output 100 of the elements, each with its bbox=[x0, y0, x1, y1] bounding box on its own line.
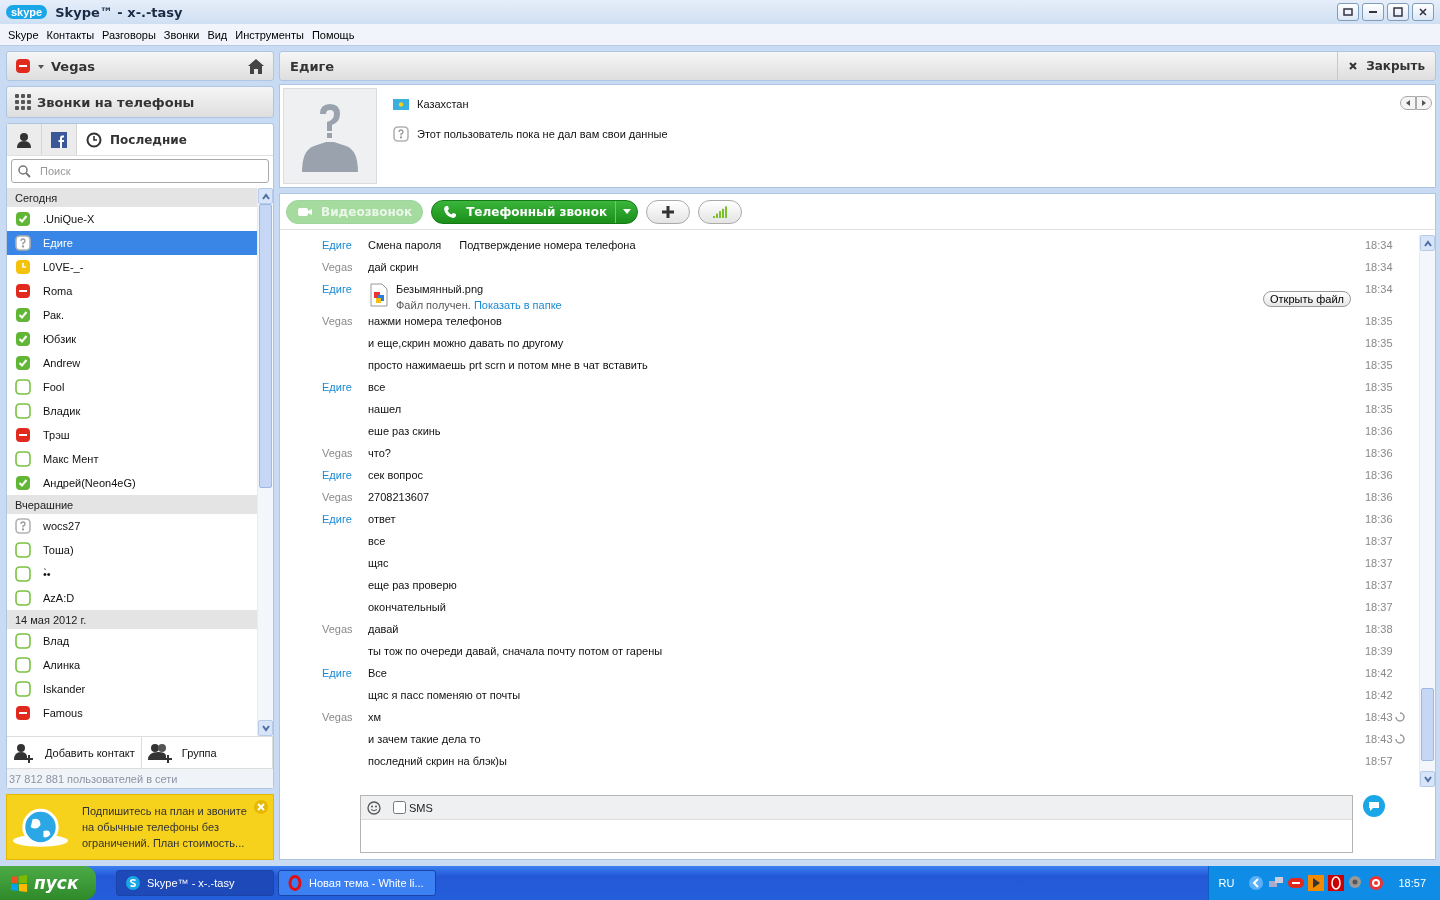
message-time: 18:38 bbox=[1365, 623, 1393, 635]
status-online-icon bbox=[15, 355, 31, 371]
message-text: просто нажимаешь prt scrn и потом мне в чат вставить bbox=[368, 359, 648, 371]
message-sender: Едиге bbox=[322, 667, 352, 679]
message-time: 18:43 bbox=[1365, 711, 1393, 723]
maximize-button[interactable] bbox=[1387, 3, 1409, 21]
notice-text: Этот пользователь пока не дал вам свои данные bbox=[417, 128, 668, 140]
person-plus-icon bbox=[13, 742, 35, 763]
scrollbar[interactable] bbox=[257, 188, 273, 736]
user-name: Vegas bbox=[51, 58, 96, 74]
minimize-icon bbox=[1369, 11, 1377, 13]
message-text: дай скрин bbox=[368, 261, 419, 273]
close-button[interactable] bbox=[1412, 3, 1434, 21]
menu-item[interactable]: Помощь bbox=[307, 28, 359, 41]
image-file-icon bbox=[368, 283, 390, 307]
message-time: 18:37 bbox=[1365, 535, 1393, 547]
message-text: давай bbox=[368, 623, 399, 635]
search-field[interactable]: Поиск bbox=[11, 159, 269, 183]
message-time: 18:43 bbox=[1365, 733, 1393, 745]
smiley-icon bbox=[367, 800, 381, 815]
restore-icon bbox=[1342, 6, 1354, 18]
file-name: Безымянный.png bbox=[396, 283, 485, 295]
home-icon bbox=[247, 57, 265, 75]
chevron-left-icon bbox=[1248, 875, 1265, 891]
status-offline-icon bbox=[15, 403, 31, 419]
status-dnd-icon bbox=[15, 705, 31, 721]
phone-calls-button[interactable]: Звонки на телефоны bbox=[6, 86, 274, 118]
message-sender: Vegas bbox=[322, 315, 353, 327]
message-time: 18:36 bbox=[1365, 491, 1393, 503]
message-sender: Vegas bbox=[322, 447, 353, 459]
next-button[interactable] bbox=[1416, 96, 1432, 110]
send-button[interactable] bbox=[1363, 795, 1385, 817]
menu-item[interactable]: Звонки bbox=[159, 28, 204, 41]
play-icon bbox=[1308, 875, 1325, 891]
o-logo-icon bbox=[1328, 875, 1345, 891]
message-time: 18:37 bbox=[1365, 557, 1393, 569]
menu-item[interactable]: Разговоры bbox=[98, 28, 160, 41]
maximize-icon bbox=[1392, 6, 1404, 18]
message-time: 18:37 bbox=[1365, 601, 1393, 613]
close-circle-icon bbox=[253, 799, 269, 815]
add-button[interactable] bbox=[646, 199, 691, 224]
taskbar-button[interactable]: Новая тема - White li... bbox=[278, 870, 436, 896]
status-unknown-icon bbox=[393, 126, 409, 142]
message-sender: Vegas bbox=[322, 711, 353, 723]
signal-bars-icon bbox=[712, 203, 729, 220]
menu-item[interactable]: Skype bbox=[4, 28, 43, 41]
open-file-button[interactable]: Открыть файл bbox=[1263, 291, 1351, 307]
message-time: 18:42 bbox=[1365, 667, 1393, 679]
clock: 18:57 bbox=[1398, 877, 1426, 889]
minimize-button[interactable] bbox=[1362, 3, 1384, 21]
people-plus-icon bbox=[147, 742, 172, 763]
contacts-tab[interactable] bbox=[7, 124, 42, 155]
close-icon bbox=[1417, 6, 1429, 18]
caret-right-icon bbox=[1420, 99, 1428, 107]
message-text: щяс bbox=[368, 557, 389, 569]
status-unknown-icon bbox=[15, 235, 31, 251]
country-text: Казахстан bbox=[417, 98, 469, 110]
message-time: 18:35 bbox=[1365, 315, 1393, 327]
taskbar-button[interactable]: Skype™ - x-.-tasy bbox=[116, 870, 274, 896]
facebook-tab[interactable] bbox=[42, 124, 77, 155]
message-sender: Едиге bbox=[322, 283, 352, 295]
promo-banner[interactable]: Подпишитесь на план и звоните на обычные телефоны без ограничений. План стоимость... bbox=[6, 794, 274, 860]
menu-item[interactable]: Контакты bbox=[42, 28, 99, 41]
contact-item[interactable]: Едиге bbox=[7, 231, 257, 255]
sms-checkbox[interactable] bbox=[393, 801, 406, 814]
scroll-thumb[interactable] bbox=[259, 204, 272, 488]
scroll-thumb[interactable] bbox=[1421, 687, 1434, 761]
scrollbar[interactable] bbox=[1419, 235, 1435, 787]
message-sender: Vegas bbox=[322, 491, 353, 503]
message-text: нашел bbox=[368, 403, 402, 415]
message-text: ответ bbox=[368, 513, 396, 525]
language-indicator[interactable]: RU bbox=[1218, 877, 1235, 889]
show-in-folder-link[interactable]: Показать в папке bbox=[473, 299, 562, 311]
message-text: сек вопрос bbox=[368, 469, 424, 481]
status-online-icon bbox=[15, 211, 31, 227]
previous-button[interactable] bbox=[1400, 96, 1416, 110]
profile-bar[interactable]: Vegas bbox=[6, 51, 274, 81]
group-header: Вчерашние bbox=[7, 495, 257, 514]
menu-item[interactable]: Вид bbox=[203, 28, 232, 41]
message-time: 18:36 bbox=[1365, 447, 1393, 459]
clock-icon bbox=[86, 131, 102, 148]
message-time: 18:42 bbox=[1365, 689, 1393, 701]
message-text: еще раз проверю bbox=[368, 579, 457, 591]
menu-item[interactable]: Инструменты bbox=[231, 28, 308, 41]
message-text: ты тож по очереди давай, сначала почту потом от гарены bbox=[368, 645, 663, 657]
status-offline-icon bbox=[15, 566, 31, 582]
message-time: 18:36 bbox=[1365, 513, 1393, 525]
close-conversation-button[interactable]: Закрыть bbox=[1337, 52, 1435, 80]
spinner-icon bbox=[1394, 712, 1405, 722]
start-button[interactable]: пуск bbox=[0, 866, 96, 900]
status-online-icon bbox=[15, 307, 31, 323]
message-text: нажми номера телефонов bbox=[368, 315, 502, 327]
online-count: 37 812 881 пользователей в сети bbox=[7, 768, 273, 788]
facebook-icon bbox=[51, 131, 67, 148]
message-text: окончательный bbox=[368, 601, 446, 613]
status-offline-icon bbox=[15, 590, 31, 606]
message-sender: Vegas bbox=[322, 623, 353, 635]
status-offline-icon bbox=[15, 681, 31, 697]
restore-button[interactable] bbox=[1337, 3, 1359, 21]
message-text: Подтверждение номера телефона bbox=[459, 239, 636, 251]
